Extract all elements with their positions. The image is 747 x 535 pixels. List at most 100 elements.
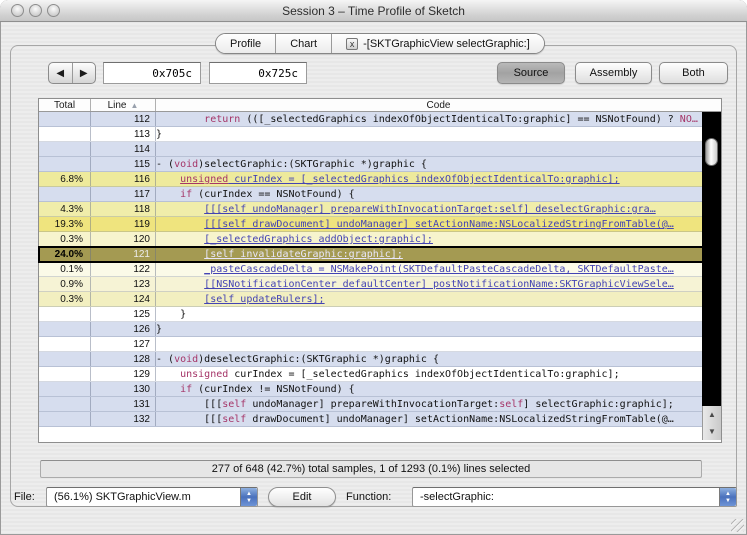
app-window: Session 3 – Time Profile of Sketch Profi… (0, 0, 747, 535)
total-percent: 24.0% (39, 247, 91, 261)
profile-table: Total Line ▲ Code 112 return (([_selecte… (38, 98, 722, 443)
code-row-132[interactable]: 132 [[[self drawDocument] undoManager] s… (39, 412, 704, 427)
assembly-view-button[interactable]: Assembly (575, 62, 652, 84)
code-text: [[[self undoManager] prepareWithInvocati… (204, 204, 656, 215)
total-percent: 0.3% (39, 292, 91, 306)
total-percent (39, 127, 91, 141)
line-number: 115 (91, 157, 156, 171)
total-percent: 19.3% (39, 217, 91, 231)
close-tab-icon[interactable]: x (346, 37, 359, 50)
total-percent (39, 337, 91, 351)
code-row-116[interactable]: 6.8% 116 unsigned curIndex = [_selectedGr… (39, 172, 704, 187)
address-start-field[interactable]: 0x705c (103, 62, 201, 84)
code-row-131[interactable]: 131 [[[self undoManager] prepareWithInvo… (39, 397, 704, 412)
code-text: [_selectedGraphics addObject:graphic]; (204, 234, 433, 245)
edit-button[interactable]: Edit (268, 487, 336, 507)
code-row-122[interactable]: 0.1% 122 _pasteCascadeDelta = NSMakePoint… (39, 262, 704, 277)
scroll-down-button[interactable]: ▼ (703, 423, 721, 440)
line-number: 114 (91, 142, 156, 156)
line-number: 130 (91, 382, 156, 396)
table-body: 112 return (([_selectedGraphics indexOfO… (38, 112, 705, 427)
code-row-128[interactable]: 128- (void)deselectGraphic:(SKTGraphic *… (39, 352, 704, 367)
code-row-117[interactable]: 117 if (curIndex == NSNotFound) { (39, 187, 704, 202)
popup-arrows-icon[interactable]: ▲ ▼ (719, 488, 736, 506)
line-number: 125 (91, 307, 156, 321)
scrollbar-thumb[interactable] (705, 138, 718, 166)
column-header-code[interactable]: Code (156, 99, 721, 111)
total-percent (39, 382, 91, 396)
tab-profile[interactable]: Profile (216, 34, 277, 53)
code-text: - (void)deselectGraphic:(SKTGraphic *)gr… (156, 354, 439, 365)
function-popup[interactable]: -selectGraphic: ▲ ▼ (412, 487, 737, 507)
total-percent (39, 397, 91, 411)
total-percent: 0.3% (39, 232, 91, 246)
total-percent (39, 352, 91, 366)
line-number: 122 (91, 262, 156, 276)
line-number: 113 (91, 127, 156, 141)
total-percent (39, 187, 91, 201)
tab-session[interactable]: x -[SKTGraphicView selectGraphic:] (332, 34, 544, 53)
code-text: [[[self drawDocument] undoManager] setAc… (156, 414, 674, 425)
line-number: 132 (91, 412, 156, 426)
code-row-124[interactable]: 0.3% 124 [self updateRulers]; (39, 292, 704, 307)
code-row-119[interactable]: 19.3% 119 [[[self drawDocument] undoManag… (39, 217, 704, 232)
address-end-field[interactable]: 0x725c (209, 62, 307, 84)
code-row-129[interactable]: 129 unsigned curIndex = [_selectedGraphi… (39, 367, 704, 382)
total-percent (39, 157, 91, 171)
code-text: _pasteCascadeDelta = NSMakePoint(SKTDefa… (204, 264, 674, 275)
forward-button[interactable]: ▶ (73, 63, 96, 83)
both-view-button[interactable]: Both (659, 62, 728, 84)
back-button[interactable]: ◀ (49, 63, 73, 83)
code-row-126[interactable]: 126} (39, 322, 704, 337)
history-nav-buttons: ◀ ▶ (48, 62, 96, 84)
code-row-121[interactable]: 24.0% 121 [self invalidateGraphic:graphic… (38, 246, 705, 263)
total-percent: 4.3% (39, 202, 91, 216)
line-number: 131 (91, 397, 156, 411)
title-bar[interactable]: Session 3 – Time Profile of Sketch (0, 0, 747, 22)
sort-ascending-icon: ▲ (130, 100, 139, 110)
total-percent (39, 142, 91, 156)
column-header-line[interactable]: Line ▲ (91, 99, 156, 111)
line-number: 121 (91, 247, 156, 261)
source-view-button[interactable]: Source (497, 62, 565, 84)
line-number: 117 (91, 187, 156, 201)
total-percent (39, 322, 91, 336)
back-icon: ◀ (56, 67, 65, 79)
scroll-up-button[interactable]: ▲ (703, 406, 721, 423)
code-row-123[interactable]: 0.9% 123 [[NSNotificationCenter defaultCe… (39, 277, 704, 292)
tab-chart[interactable]: Chart (276, 34, 333, 53)
code-row-115[interactable]: 115- (void)selectGraphic:(SKTGraphic *)g… (39, 157, 704, 172)
popup-arrows-icon[interactable]: ▲ ▼ (240, 488, 257, 506)
code-row-114[interactable]: 114 (39, 142, 704, 157)
code-row-127[interactable]: 127 (39, 337, 704, 352)
total-percent: 0.9% (39, 277, 91, 291)
window-title: Session 3 – Time Profile of Sketch (282, 4, 465, 18)
code-row-113[interactable]: 113} (39, 127, 704, 142)
total-percent (39, 367, 91, 381)
line-number: 112 (91, 112, 156, 126)
code-row-125[interactable]: 125 } (39, 307, 704, 322)
table-header: Total Line ▲ Code (39, 99, 721, 112)
file-label: File: (14, 491, 35, 503)
column-header-total[interactable]: Total (39, 99, 91, 111)
code-row-120[interactable]: 0.3% 120 [_selectedGraphics addObject:gra… (39, 232, 704, 247)
code-text: [self invalidateGraphic:graphic]; (204, 249, 403, 260)
scrollbar-arrows: ▲ ▼ (702, 406, 721, 440)
code-row-112[interactable]: 112 return (([_selectedGraphics indexOfO… (39, 112, 704, 127)
forward-icon: ▶ (79, 67, 88, 79)
scrollbar-track[interactable] (702, 112, 721, 406)
code-text: unsigned curIndex = [_selectedGraphics i… (180, 369, 620, 380)
function-popup-value: -selectGraphic: (420, 491, 494, 503)
code-row-118[interactable]: 4.3% 118 [[[self undoManager] prepareWith… (39, 202, 704, 217)
code-row-130[interactable]: 130 if (curIndex != NSNotFound) { (39, 382, 704, 397)
file-popup[interactable]: (56.1%) SKTGraphicView.m ▲ ▼ (46, 487, 258, 507)
code-text: if (curIndex != NSNotFound) { (180, 384, 355, 395)
total-percent: 6.8% (39, 172, 91, 186)
line-number: 129 (91, 367, 156, 381)
total-percent (39, 412, 91, 426)
code-text: } (156, 129, 163, 140)
resize-grip-icon[interactable] (731, 519, 744, 532)
total-percent (39, 307, 91, 321)
